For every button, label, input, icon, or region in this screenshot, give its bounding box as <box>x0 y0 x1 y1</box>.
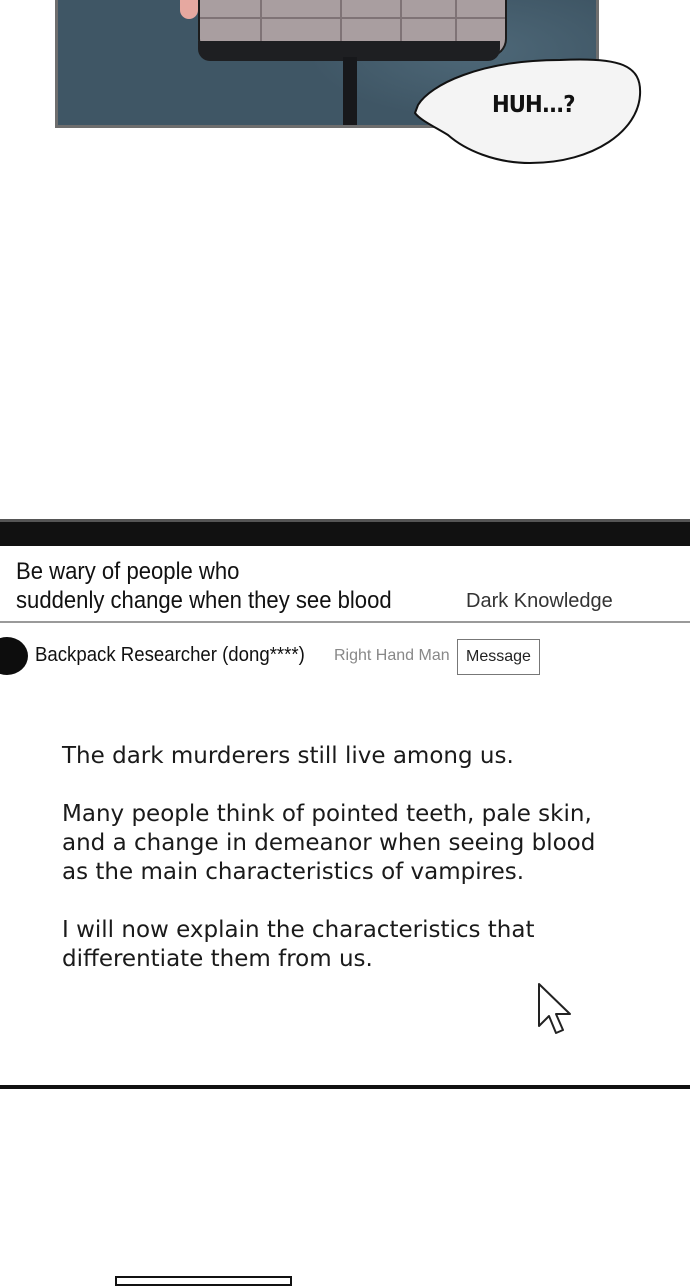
post-paragraph: I will now explain the characteristics t… <box>62 917 535 972</box>
post-top-bar <box>0 519 690 546</box>
next-panel-edge <box>115 1276 292 1286</box>
message-button[interactable]: Message <box>457 639 540 675</box>
post-paragraph: The dark murderers still live among us. <box>62 743 514 769</box>
plaid-line <box>200 17 505 19</box>
header-divider <box>0 621 690 623</box>
post-title-line: suddenly change when they see blood <box>16 587 392 614</box>
speech-bubble-text: HUH...? <box>492 92 575 118</box>
author-rank: Right Hand Man <box>334 647 450 664</box>
post-title: Be wary of people who suddenly change wh… <box>16 557 421 615</box>
avatar[interactable] <box>0 637 28 675</box>
post-bottom-bar <box>0 1085 690 1089</box>
author-name[interactable]: Backpack Researcher (dong****) <box>35 644 305 667</box>
post-title-line: Be wary of people who <box>16 558 240 585</box>
post-category[interactable]: Dark Knowledge <box>466 590 613 613</box>
post-body: The dark murderers still live among us. … <box>62 742 662 1003</box>
post-paragraph: Many people think of pointed teeth, pale… <box>62 801 596 885</box>
character-leg <box>343 57 357 125</box>
mouse-pointer-icon <box>538 983 571 1034</box>
character-hand <box>180 0 198 19</box>
